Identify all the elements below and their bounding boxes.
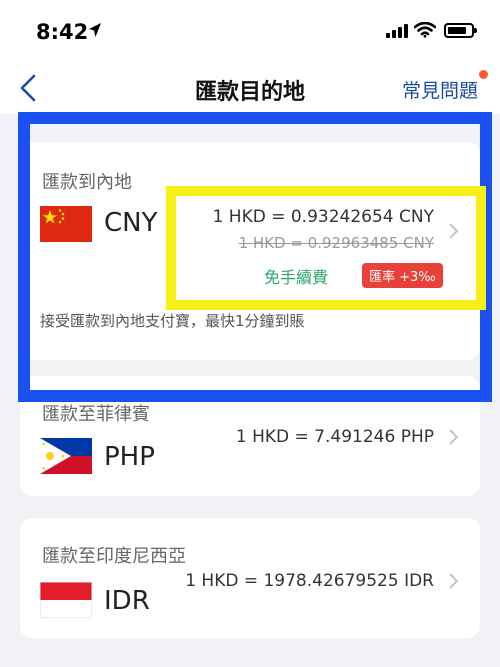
card-title: 匯款至菲律賓	[42, 404, 150, 425]
status-bar: 8:42	[0, 0, 500, 62]
philippines-flag-icon	[40, 438, 92, 474]
battery-icon	[444, 23, 477, 38]
exchange-rate: 1 HKD = 1978.42679525 IDR	[185, 571, 434, 591]
nav-bar: 匯款目的地 常見問題	[0, 62, 500, 114]
chevron-right-icon	[449, 573, 459, 589]
highlight-box-yellow	[166, 186, 486, 310]
cellular-signal-icon	[386, 24, 408, 38]
faq-link[interactable]: 常見問題	[402, 76, 478, 103]
indonesia-flag-icon	[40, 582, 92, 618]
currency-code: PHP	[104, 442, 155, 472]
location-arrow-icon	[89, 23, 101, 37]
status-time: 8:42	[36, 20, 89, 44]
currency-code: IDR	[104, 586, 150, 616]
chevron-right-icon	[449, 429, 459, 445]
notification-dot	[479, 70, 488, 79]
exchange-rate: 1 HKD = 7.491246 PHP	[235, 427, 434, 447]
card-title: 匯款至印度尼西亞	[42, 546, 186, 567]
destination-card-idr[interactable]: 匯款至印度尼西亞 IDR 1 HKD = 1978.42679525 IDR	[20, 518, 480, 638]
wifi-icon	[414, 22, 436, 38]
